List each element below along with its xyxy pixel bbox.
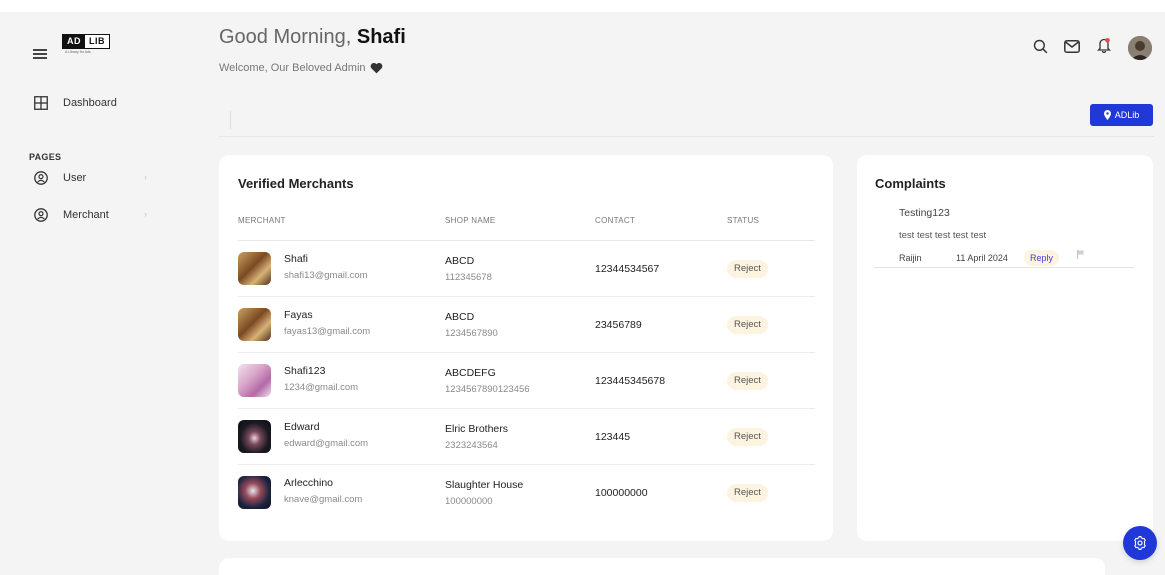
greeting-user-name: Shafi <box>356 26 406 48</box>
subtitle-text: Welcome, Our Beloved Admin <box>219 62 366 74</box>
chevron-right-icon: › <box>144 209 147 219</box>
heart-icon <box>370 62 382 74</box>
verified-merchants-card: Verified Merchants MERCHANT SHOP NAME CO… <box>219 155 833 541</box>
shop-number: 2323243564 <box>445 440 498 451</box>
status-badge[interactable]: Reject <box>727 260 768 278</box>
merchant-name: Edward <box>284 421 320 433</box>
merchant-email: shafi13@gmail.com <box>284 270 368 281</box>
adlib-button-label: ADLib <box>1114 110 1140 120</box>
sidebar-item-dashboard[interactable]: Dashboard <box>34 96 117 110</box>
status-badge[interactable]: Reject <box>727 484 768 502</box>
merchant-contact: 123445345678 <box>595 375 666 387</box>
status-badge[interactable]: Reject <box>727 372 768 390</box>
shop-number: 1234567890 <box>445 328 498 339</box>
merchant-contact: 23456789 <box>595 319 642 331</box>
logo-tagline: A Library for Ads <box>65 50 91 54</box>
shop-name: ABCD <box>445 311 475 323</box>
merchant-thumbnail <box>238 308 271 341</box>
table-row[interactable]: Shafi shafi13@gmail.com ABCD 112345678 1… <box>238 241 815 297</box>
merchant-name: Shafi <box>284 253 308 265</box>
grid-icon <box>34 96 48 110</box>
complaint-date: 11 April 2024 <box>956 253 1008 263</box>
mail-icon[interactable] <box>1064 40 1080 53</box>
sidebar-item-merchant[interactable]: Merchant › <box>34 208 147 222</box>
complaint-author: Raijin <box>899 253 922 263</box>
reply-button[interactable]: Reply <box>1024 250 1060 266</box>
table-row[interactable]: Edward edward@gmail.com Elric Brothers 2… <box>238 409 815 465</box>
sidebar-item-label: User <box>63 172 87 184</box>
page-subtitle: Welcome, Our Beloved Admin <box>219 62 383 74</box>
shop-name: Slaughter House <box>445 479 524 491</box>
status-badge[interactable]: Reject <box>727 428 768 446</box>
merchant-email: edward@gmail.com <box>284 438 369 449</box>
merchant-email: 1234@gmail.com <box>284 382 359 393</box>
table-row[interactable]: Fayas fayas13@gmail.com ABCD 1234567890 … <box>238 297 815 353</box>
merchant-thumbnail <box>238 420 271 453</box>
merchant-thumbnail <box>238 252 271 285</box>
shop-number: 112345678 <box>445 272 492 283</box>
flag-icon[interactable] <box>1077 250 1085 259</box>
merchant-email: fayas13@gmail.com <box>284 326 371 337</box>
merchant-contact: 12344534567 <box>595 263 660 275</box>
logo-lib-text: LIB <box>85 35 109 48</box>
column-header-contact: CONTACT <box>595 216 636 225</box>
complaint-body: test test test test test <box>899 230 987 241</box>
complaint-subject: Testing123 <box>899 207 950 219</box>
complaint-divider <box>874 267 1134 268</box>
toolbar-divider <box>230 111 231 129</box>
merchant-contact: 100000000 <box>595 487 648 499</box>
header-divider <box>219 136 1154 137</box>
verified-merchants-title: Verified Merchants <box>238 176 354 191</box>
column-header-shop-name: SHOP NAME <box>445 216 496 225</box>
status-badge[interactable]: Reject <box>727 316 768 334</box>
merchant-email: knave@gmail.com <box>284 494 363 505</box>
merchant-name: Fayas <box>284 309 313 321</box>
column-header-merchant: MERCHANT <box>238 216 286 225</box>
menu-toggle-icon[interactable] <box>33 49 47 59</box>
avatar[interactable] <box>1128 36 1152 60</box>
merchant-name: Arlecchino <box>284 477 334 489</box>
sidebar-item-user[interactable]: User › <box>34 171 147 185</box>
column-header-status: STATUS <box>727 216 760 225</box>
settings-fab[interactable] <box>1123 526 1157 560</box>
sidebar-item-label: Merchant <box>63 209 109 221</box>
top-strip <box>0 0 1165 12</box>
chevron-right-icon: › <box>144 172 147 182</box>
adlib-button[interactable]: ADLib <box>1090 104 1153 126</box>
shop-number: 1234567890123456 <box>445 384 530 395</box>
user-circle-icon <box>34 208 48 222</box>
user-circle-icon <box>34 171 48 185</box>
bell-icon[interactable] <box>1097 37 1111 53</box>
pages-section-label: PAGES <box>29 152 62 162</box>
logo[interactable]: AD LIB A Library for Ads <box>62 34 110 54</box>
sidebar: AD LIB A Library for Ads Dashboard PAGES… <box>0 12 200 575</box>
shop-number: 100000000 <box>445 496 493 507</box>
merchant-thumbnail <box>238 364 271 397</box>
shop-name: ABCDEFG <box>445 367 496 379</box>
search-icon[interactable] <box>1033 39 1048 54</box>
greeting-text: Good Morning, <box>219 26 352 48</box>
user-avatar-icon <box>1128 36 1152 60</box>
sidebar-item-label: Dashboard <box>63 97 117 109</box>
logo-ad-text: AD <box>63 35 85 48</box>
merchant-contact: 123445 <box>595 431 631 443</box>
complaints-title: Complaints <box>875 176 946 191</box>
shop-name: Elric Brothers <box>445 423 509 435</box>
merchant-name: Shafi123 <box>284 365 326 377</box>
gear-icon <box>1134 536 1146 550</box>
complaint-meta: Raijin 11 April 2024 Reply <box>899 250 1134 268</box>
bottom-card <box>219 558 1105 575</box>
location-pin-icon <box>1103 110 1111 120</box>
table-row[interactable]: Arlecchino knave@gmail.com Slaughter Hou… <box>238 465 815 521</box>
merchant-thumbnail <box>238 476 271 509</box>
complaints-card: Complaints Testing123 test test test tes… <box>857 155 1153 541</box>
shop-name: ABCD <box>445 255 475 267</box>
table-row[interactable]: Shafi123 1234@gmail.com ABCDEFG 12345678… <box>238 353 815 409</box>
page-greeting: Good Morning, Shafi <box>219 26 406 49</box>
